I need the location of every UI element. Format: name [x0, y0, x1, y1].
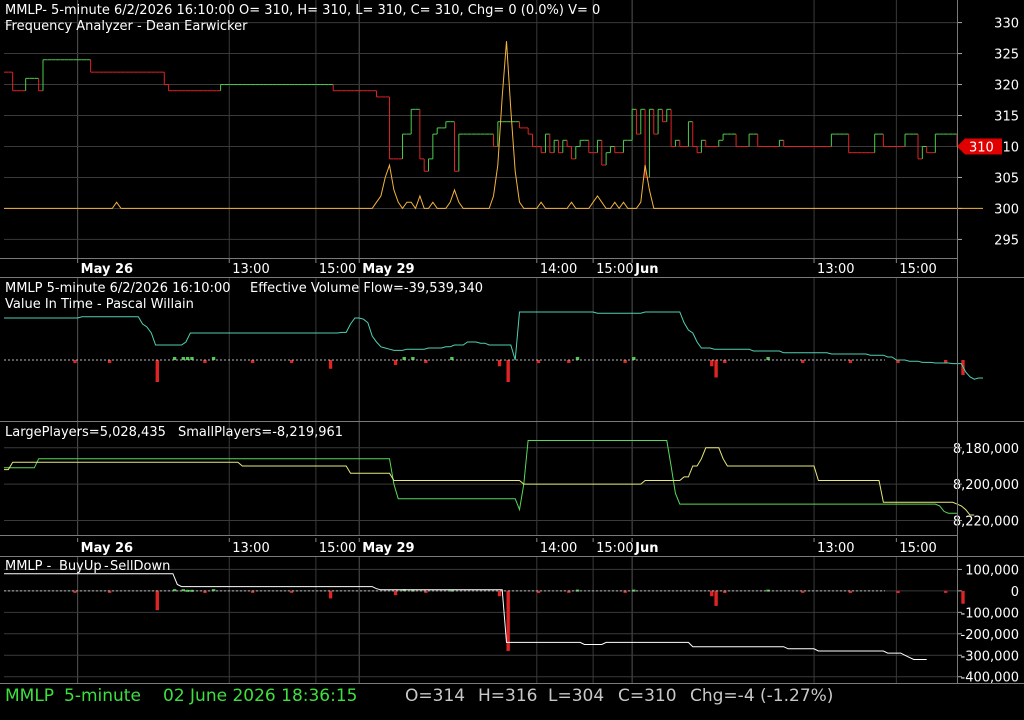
selldown-label: SellDown [110, 559, 170, 574]
x-tick-label: 14:00 [540, 262, 577, 277]
y-tick-label: 8,180,000 [953, 442, 1019, 457]
volume-flow-panel[interactable]: MMLP 5-minute 6/2/2026 16:10:00 Effective… [0, 278, 1024, 422]
y-tick-label: 305 [994, 171, 1019, 186]
status-bar: MMLP 5-minute 02 June 2026 18:36:15 O=31… [0, 684, 1024, 712]
buyup-selldown-title: MMLP - [5, 559, 52, 574]
price-title: MMLP- 5-minute 6/2/2026 16:10:00 O= 310,… [5, 3, 600, 18]
x-tick-label: 15:00 [319, 262, 356, 277]
y-tick-label: 330 [994, 17, 1019, 32]
y-tick-label: 100,000 [965, 563, 1019, 578]
effective-volume-flow-line [4, 311, 983, 380]
x-tick-label: 15:00 [596, 541, 633, 556]
x-tick-label: Jun [634, 541, 658, 556]
price-marker-label: 310 [969, 140, 994, 155]
indicator-subtitle: Frequency Analyzer - Dean Earwicker [5, 19, 248, 34]
x-tick-label: May 29 [362, 541, 414, 556]
x-tick-label: Jun [634, 262, 658, 277]
x-tick-label: May 29 [362, 262, 414, 277]
x-tick-label: 13:00 [817, 262, 854, 277]
volume-flow-title: MMLP 5-minute 6/2/2026 16:10:00 [5, 281, 231, 296]
x-tick-label: 15:00 [899, 541, 936, 556]
status-low: L=304 [548, 686, 605, 706]
status-interval: 5-minute [64, 686, 141, 706]
buy-sell-bar [155, 590, 159, 611]
y-tick-label: 325 [994, 48, 1019, 63]
y-tick-label: 320 [994, 79, 1019, 94]
status-open: O=314 [405, 686, 466, 706]
x-tick-label: 14:00 [540, 541, 577, 556]
x-tick-label: May 26 [81, 541, 133, 556]
effective-volume-flow-chart[interactable]: MMLP 5-minute 6/2/2026 16:10:00 Effective… [0, 278, 1024, 422]
buy-sell-bar [896, 590, 900, 594]
buy-sell-bar [961, 590, 965, 604]
volume-bar [506, 360, 510, 382]
buy-sell-bar [710, 590, 714, 597]
small-players-label: SmallPlayers=-8,219,961 [178, 425, 343, 440]
x-tick-label: May 26 [81, 262, 133, 277]
volume-flow-subtitle: Value In Time - Pascal Willain [5, 297, 194, 312]
y-tick-label: 295 [994, 233, 1019, 248]
volume-bar [710, 360, 714, 367]
y-tick-label: -400,000 [961, 671, 1019, 684]
x-tick-label: 15:00 [319, 541, 356, 556]
status-high: H=316 [478, 686, 538, 706]
buy-sell-bar [714, 590, 718, 606]
y-tick-label: 0 [1011, 585, 1019, 600]
volume-bar [714, 360, 718, 378]
status-symbol: MMLP [5, 686, 55, 706]
buyup-label: BuyUp [59, 559, 102, 574]
y-tick-label: 8,220,000 [953, 514, 1019, 529]
status-change: Chg=-4 (-1.27%) [690, 686, 834, 706]
y-tick-label: -300,000 [961, 649, 1019, 664]
buy-sell-bar [393, 590, 398, 596]
y-tick-label: -100,000 [961, 606, 1019, 621]
frequency-analyzer-line [4, 41, 983, 210]
effective-volume-flow-value: Effective Volume Flow=-39,539,340 [250, 281, 483, 296]
price-chart[interactable]: 330 325 320 315310 305 300 295 May 26 13:00 15:00… [0, 0, 1024, 278]
y-tick-label: -200,000 [961, 628, 1019, 643]
large-players-label: LargePlayers=5,028,435 [5, 425, 166, 440]
cumulative-buyup-selldown-line [4, 573, 927, 660]
x-tick-label: 13:00 [232, 262, 269, 277]
price-panel[interactable]: 330 325 320 315 310 305 300 295 May 26 13:00 15:00… [0, 0, 1024, 278]
y-tick-label: 300 [994, 202, 1019, 217]
y-tick-label: 8,200,000 [953, 478, 1019, 493]
volume-bar [328, 360, 333, 369]
buy-sell-bar [944, 590, 948, 593]
buy-sell-bar [497, 590, 502, 597]
label-separator: - [104, 559, 109, 574]
y-tick-label: 315 [994, 110, 1019, 125]
volume-bar [393, 360, 398, 365]
volume-bar [497, 360, 502, 367]
volume-bar [155, 360, 159, 382]
x-tick-label: 15:00 [899, 262, 936, 277]
status-close: C=310 [618, 686, 677, 706]
x-tick-label: 13:00 [232, 541, 269, 556]
x-tick-label: 13:00 [817, 541, 854, 556]
status-datetime: 02 June 2026 18:36:15 [163, 686, 358, 706]
large-small-players-chart[interactable]: 8,180,000 8,200,000 8,220,000 May 26 13:00 15… [0, 422, 1024, 557]
x-tick-label: 15:00 [596, 262, 633, 277]
players-panel[interactable]: 8,180,000 8,200,000 8,220,000 May 26 13:00 15… [0, 422, 1024, 557]
buy-sell-bar [328, 590, 333, 599]
small-players-line [4, 447, 975, 516]
buyup-selldown-panel[interactable]: 100,000 0 -100,000 -200,000 -300,000 -400,000… [0, 557, 1024, 684]
buyup-selldown-chart[interactable]: 100,000 0 -100,000 -200,000 -300,000 -400,000… [0, 557, 1024, 684]
